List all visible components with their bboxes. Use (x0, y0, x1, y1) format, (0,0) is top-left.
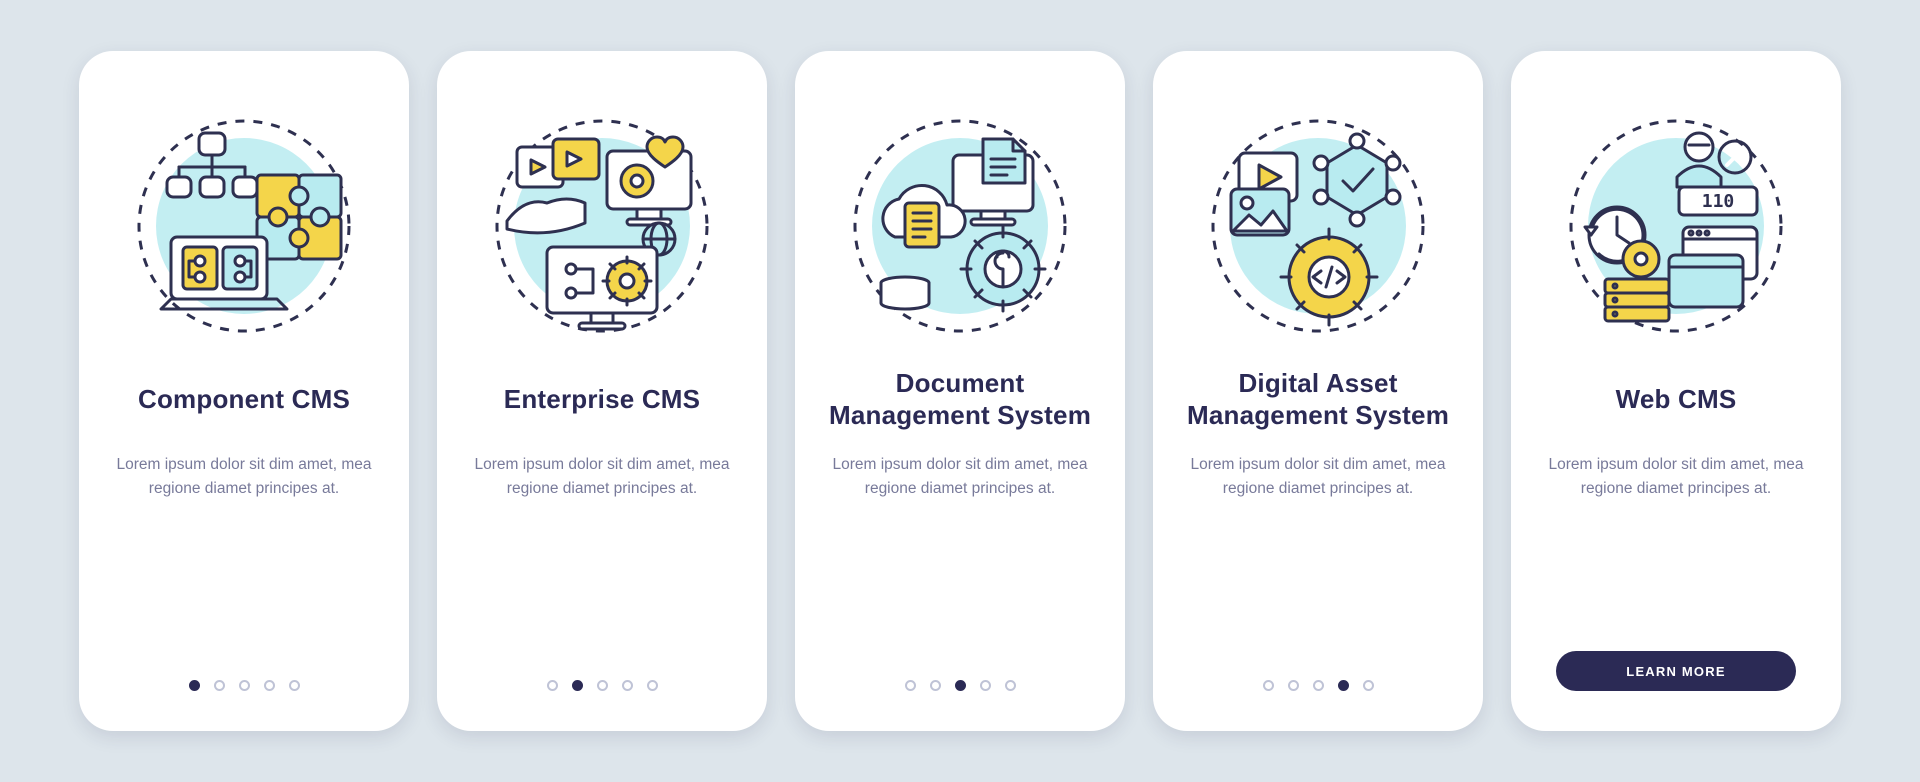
card-enterprise-cms: Enterprise CMS Lorem ipsum dolor sit dim… (437, 51, 767, 731)
dot[interactable] (239, 680, 250, 691)
digital-asset-icon (1203, 111, 1433, 341)
dot[interactable] (1313, 680, 1324, 691)
dot[interactable] (289, 680, 300, 691)
learn-more-button[interactable]: LEARN MORE (1556, 651, 1796, 691)
svg-text:110: 110 (1702, 191, 1735, 212)
dot[interactable] (955, 680, 966, 691)
dot[interactable] (264, 680, 275, 691)
dot[interactable] (647, 680, 658, 691)
card-description: Lorem ipsum dolor sit dim amet, mea regi… (114, 453, 374, 501)
card-description: Lorem ipsum dolor sit dim amet, mea regi… (472, 453, 732, 501)
card-title: Component CMS (138, 363, 350, 435)
pagination-dots (1263, 680, 1374, 691)
card-component-cms: Component CMS Lorem ipsum dolor sit dim … (79, 51, 409, 731)
component-cms-icon (129, 111, 359, 341)
document-management-icon (845, 111, 1075, 341)
card-description: Lorem ipsum dolor sit dim amet, mea regi… (1546, 453, 1806, 501)
card-description: Lorem ipsum dolor sit dim amet, mea regi… (830, 453, 1090, 501)
card-title: Document Management System (821, 363, 1099, 435)
pagination-dots (547, 680, 658, 691)
dot[interactable] (1263, 680, 1274, 691)
dot[interactable] (622, 680, 633, 691)
enterprise-cms-icon (487, 111, 717, 341)
card-web-cms: 110 (1511, 51, 1841, 731)
dot[interactable] (1338, 680, 1349, 691)
dot[interactable] (1363, 680, 1374, 691)
card-document-management: Document Management System Lorem ipsum d… (795, 51, 1125, 731)
card-digital-asset: Digital Asset Management System Lorem ip… (1153, 51, 1483, 731)
pagination-dots (189, 680, 300, 691)
dot[interactable] (930, 680, 941, 691)
web-cms-icon: 110 (1561, 111, 1791, 341)
card-title: Enterprise CMS (504, 363, 700, 435)
card-description: Lorem ipsum dolor sit dim amet, mea regi… (1188, 453, 1448, 501)
dot[interactable] (905, 680, 916, 691)
dot[interactable] (189, 680, 200, 691)
card-title: Web CMS (1616, 363, 1737, 435)
dot[interactable] (1288, 680, 1299, 691)
dot[interactable] (980, 680, 991, 691)
dot[interactable] (597, 680, 608, 691)
dot[interactable] (547, 680, 558, 691)
dot[interactable] (572, 680, 583, 691)
dot[interactable] (1005, 680, 1016, 691)
dot[interactable] (214, 680, 225, 691)
pagination-dots (905, 680, 1016, 691)
card-title: Digital Asset Management System (1179, 363, 1457, 435)
